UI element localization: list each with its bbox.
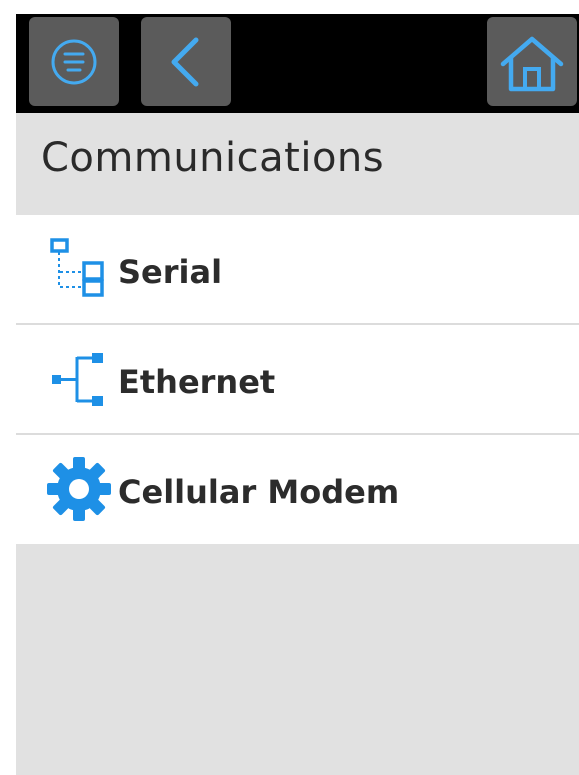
gear-icon xyxy=(47,457,111,521)
list-item-ethernet[interactable]: Ethernet xyxy=(16,325,579,435)
home-button[interactable] xyxy=(487,17,577,106)
screen: Communications Serial Ethernet Cellular … xyxy=(16,14,579,775)
ethernet-icon xyxy=(52,353,103,406)
serial-icon xyxy=(50,238,104,297)
title-bar: Communications xyxy=(16,113,579,215)
serial-label: Serial xyxy=(118,253,223,291)
chevron-left-icon xyxy=(171,37,199,87)
list-item-cellular-modem[interactable]: Cellular Modem xyxy=(16,435,579,544)
menu-button[interactable] xyxy=(29,17,119,106)
home-icon xyxy=(500,36,564,92)
page-title: Communications xyxy=(41,135,385,181)
back-button[interactable] xyxy=(141,17,231,106)
ethernet-label: Ethernet xyxy=(118,363,276,401)
cellular-modem-label: Cellular Modem xyxy=(118,473,400,511)
communications-list: Serial Ethernet Cellular Modem xyxy=(16,215,579,544)
menu-icon xyxy=(51,39,97,85)
list-item-serial[interactable]: Serial xyxy=(16,215,579,325)
top-bar xyxy=(16,14,579,113)
